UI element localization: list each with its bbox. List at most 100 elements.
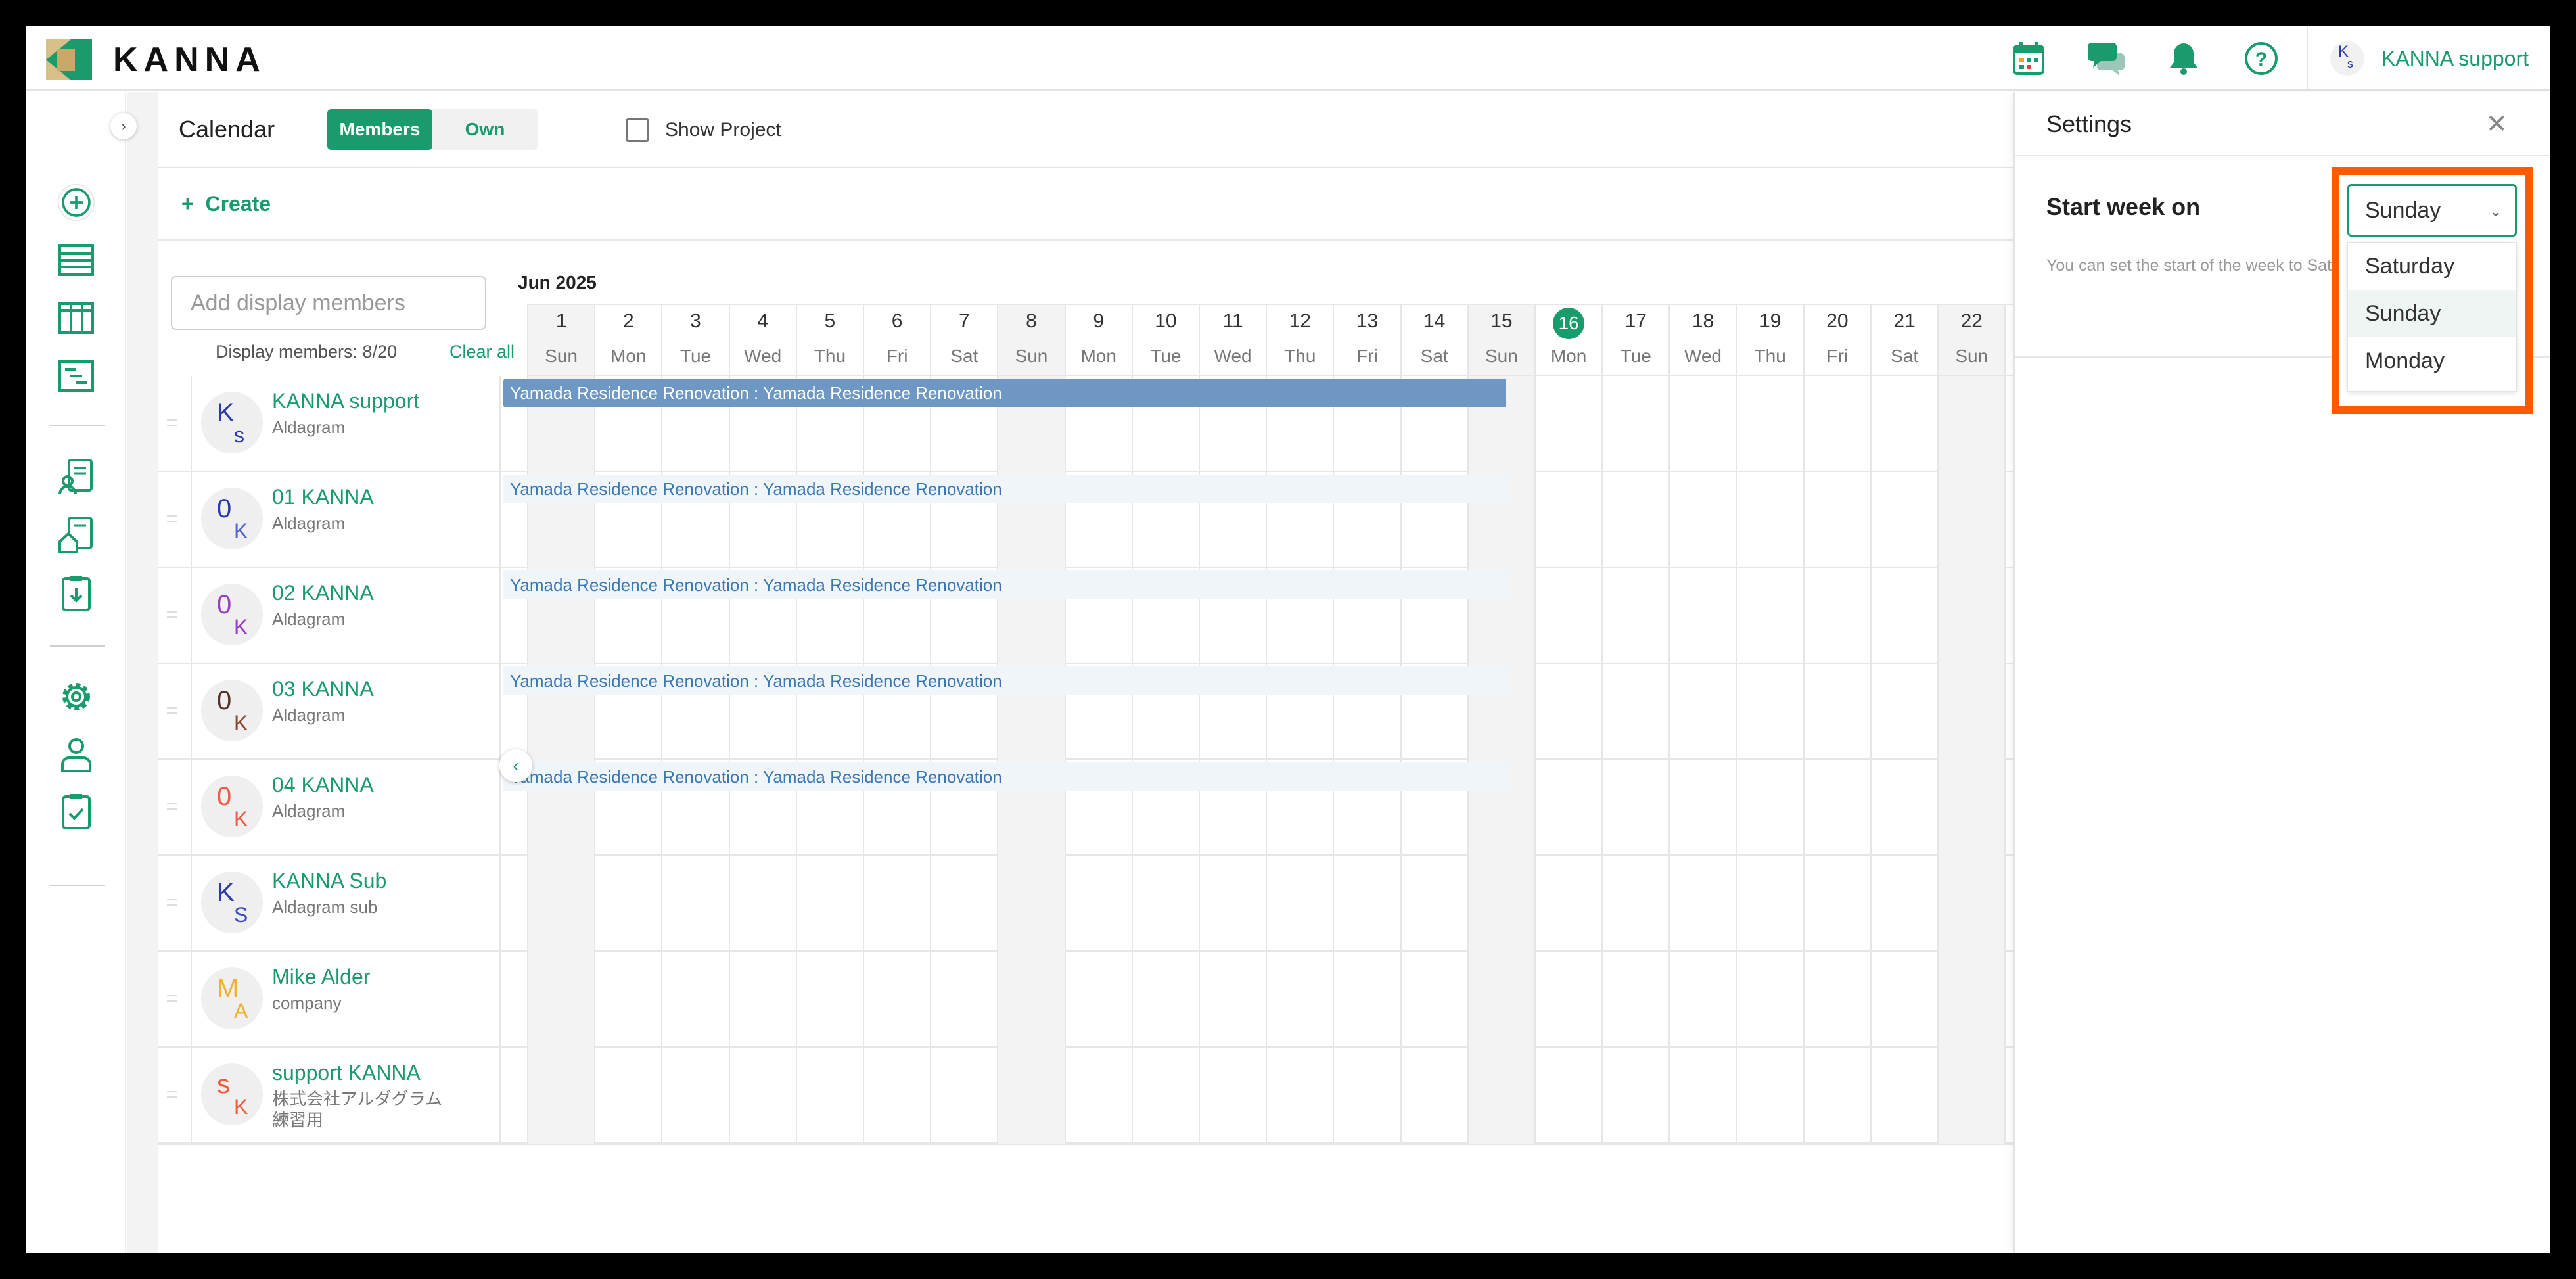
day-cell[interactable] — [527, 1048, 595, 1144]
day-cell[interactable] — [1668, 376, 1736, 472]
day-cell[interactable] — [1199, 1048, 1266, 1144]
day-cell[interactable] — [527, 856, 595, 952]
day-cell[interactable] — [1937, 376, 2005, 472]
day-cell[interactable] — [594, 1048, 661, 1144]
day-cell[interactable] — [1333, 856, 1400, 952]
day-cell[interactable] — [1266, 952, 1333, 1048]
day-cell[interactable] — [1803, 952, 1870, 1048]
day-cell[interactable] — [1333, 1048, 1400, 1144]
day-cell[interactable] — [1467, 952, 1534, 1048]
day-cell[interactable] — [1668, 472, 1736, 568]
day-cell[interactable] — [1534, 1048, 1601, 1144]
day-cell[interactable] — [930, 1048, 997, 1144]
drag-handle[interactable] — [167, 611, 177, 618]
day-cell[interactable] — [1870, 472, 1937, 568]
day-cell[interactable] — [1601, 952, 1668, 1048]
day-cell[interactable] — [795, 952, 863, 1048]
day-cell[interactable] — [1601, 376, 1668, 472]
option-monday[interactable]: Monday — [2348, 337, 2516, 384]
day-cell[interactable] — [1736, 376, 1803, 472]
day-cell[interactable] — [1199, 856, 1266, 952]
document-home-icon[interactable] — [57, 515, 96, 555]
member-search-input[interactable]: Add display members — [171, 276, 486, 330]
day-cell[interactable] — [1064, 1048, 1132, 1144]
day-cell[interactable] — [1736, 952, 1803, 1048]
day-cell[interactable] — [1131, 952, 1199, 1048]
day-cell[interactable] — [1803, 472, 1870, 568]
day-cell[interactable] — [1668, 568, 1736, 664]
day-cell[interactable] — [1803, 376, 1870, 472]
member-name[interactable]: KANNA support — [272, 389, 419, 413]
day-cell[interactable] — [1534, 856, 1601, 952]
day-cell[interactable] — [728, 1048, 796, 1144]
gear-icon[interactable] — [57, 677, 96, 716]
day-cell[interactable] — [728, 856, 796, 952]
day-cell[interactable] — [1400, 1048, 1467, 1144]
day-cell[interactable] — [1601, 568, 1668, 664]
day-cell[interactable] — [997, 1048, 1065, 1144]
collapse-members-button[interactable]: ‹ — [499, 749, 532, 782]
day-cell[interactable] — [1870, 376, 1937, 472]
day-cell[interactable] — [1937, 760, 2005, 856]
day-cell[interactable] — [1803, 760, 1870, 856]
clipboard-download-icon[interactable] — [57, 573, 96, 613]
day-cell[interactable] — [1266, 1048, 1333, 1144]
day-cell[interactable] — [1668, 760, 1736, 856]
day-cell[interactable] — [1937, 1048, 2005, 1144]
day-cell[interactable] — [1937, 472, 2005, 568]
member-name[interactable]: support KANNA — [272, 1061, 421, 1085]
event-bar[interactable]: Yamada Residence Renovation : Yamada Res… — [503, 379, 1506, 407]
day-cell[interactable] — [795, 1048, 863, 1144]
day-cell[interactable] — [1937, 856, 2005, 952]
drag-handle[interactable] — [167, 419, 177, 426]
bell-icon[interactable] — [2145, 26, 2222, 91]
day-cell[interactable] — [1870, 568, 1937, 664]
tab-members[interactable]: Members — [327, 109, 432, 150]
day-cell[interactable] — [1467, 1048, 1534, 1144]
day-cell[interactable] — [594, 952, 661, 1048]
sidebar-expand-button[interactable]: › — [110, 113, 137, 139]
member-name[interactable]: Mike Alder — [272, 965, 370, 989]
day-cell[interactable] — [527, 952, 595, 1048]
day-cell[interactable] — [1803, 664, 1870, 760]
tab-own[interactable]: Own — [432, 109, 538, 150]
day-cell[interactable] — [930, 952, 997, 1048]
day-cell[interactable] — [1534, 664, 1601, 760]
clear-all-link[interactable]: Clear all — [449, 342, 515, 362]
day-cell[interactable] — [661, 856, 728, 952]
help-icon[interactable]: ? — [2222, 26, 2300, 91]
day-cell[interactable] — [1937, 568, 2005, 664]
day-cell[interactable] — [1870, 856, 1937, 952]
day-cell[interactable] — [1400, 952, 1467, 1048]
day-cell[interactable] — [1736, 472, 1803, 568]
day-cell[interactable] — [1870, 1048, 1937, 1144]
day-cell[interactable] — [1870, 760, 1937, 856]
board-icon[interactable] — [57, 298, 96, 338]
day-cell[interactable] — [1870, 664, 1937, 760]
event-bar[interactable]: Yamada Residence Renovation : Yamada Res… — [503, 762, 1509, 791]
clipboard-check-icon[interactable] — [57, 791, 96, 831]
day-cell[interactable] — [1937, 952, 2005, 1048]
day-cell[interactable] — [594, 856, 661, 952]
chat-icon[interactable] — [2067, 26, 2145, 91]
member-name[interactable]: KANNA Sub — [272, 869, 386, 893]
day-cell[interactable] — [863, 1048, 930, 1144]
day-cell[interactable] — [1803, 568, 1870, 664]
day-cell[interactable] — [1736, 856, 1803, 952]
calendar-icon[interactable] — [1990, 26, 2067, 91]
close-icon[interactable]: ✕ — [2485, 109, 2508, 139]
day-cell[interactable] — [1601, 472, 1668, 568]
drag-handle[interactable] — [167, 803, 177, 810]
day-cell[interactable] — [1803, 1048, 1870, 1144]
day-cell[interactable] — [1534, 472, 1601, 568]
day-cell[interactable] — [1803, 856, 1870, 952]
member-name[interactable]: 02 KANNA — [272, 581, 374, 605]
day-cell[interactable] — [661, 1048, 728, 1144]
day-cell[interactable] — [863, 856, 930, 952]
event-bar[interactable]: Yamada Residence Renovation : Yamada Res… — [503, 666, 1509, 695]
day-cell[interactable] — [1534, 952, 1601, 1048]
day-cell[interactable] — [1131, 1048, 1199, 1144]
start-week-select[interactable]: Sunday ⌄ — [2347, 184, 2517, 237]
day-cell[interactable] — [1534, 760, 1601, 856]
day-cell[interactable] — [1736, 568, 1803, 664]
